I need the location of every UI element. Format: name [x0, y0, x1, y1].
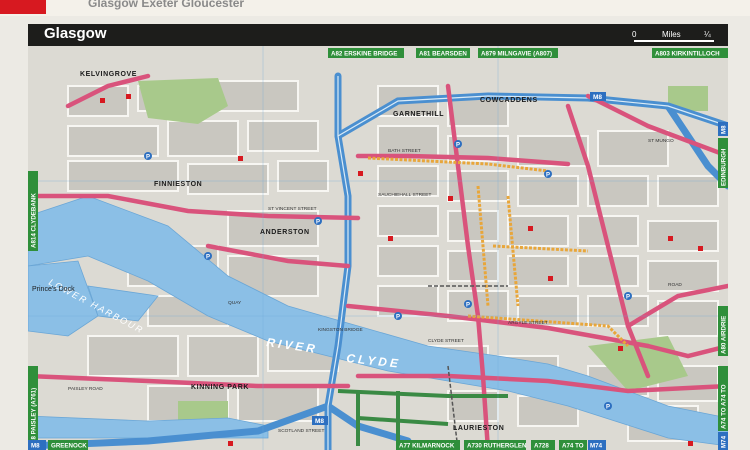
street-label: PAISLEY ROAD [68, 386, 103, 392]
section-tab [0, 0, 46, 14]
street-label: BATH STREET [388, 148, 421, 154]
svg-text:A80 AIRDRIE: A80 AIRDRIE [721, 316, 728, 354]
scale-quarter: ¼ [704, 30, 711, 39]
street-label: CLYDE STREET [428, 338, 464, 344]
scale-line [634, 40, 714, 42]
svg-text:A730 RUTHERGLEN: A730 RUTHERGLEN [467, 443, 527, 450]
street-label: ROAD [668, 282, 682, 288]
svg-text:M74: M74 [721, 435, 728, 448]
parking-icon: P [546, 173, 550, 179]
svg-text:M74: M74 [590, 443, 603, 450]
svg-text:A77 KILMARNOCK: A77 KILMARNOCK [399, 443, 455, 450]
route-sign-right-5: M74 [718, 432, 728, 450]
svg-text:M8: M8 [31, 443, 40, 450]
district-garnethill: GARNETHILL [393, 111, 444, 118]
route-sign-bottom-greenock: GREENOCK [48, 440, 88, 450]
street-label: SAUCHIEHALL STREET [378, 192, 431, 198]
route-sign-top-4: A803 KIRKINTILLOCH [652, 48, 728, 58]
route-sign-right-1: M8 [718, 122, 728, 136]
route-sign-top-2: A81 BEARSDEN [416, 48, 470, 58]
svg-text:EDINBURGH: EDINBURGH [721, 148, 728, 186]
dock-label: Prince's Dock [32, 286, 75, 293]
svg-text:A74 TO A74 TO: A74 TO A74 TO [721, 384, 728, 429]
m8-shield-label: M8 [593, 94, 602, 101]
route-sign-right-4: A74 TO A74 TO [718, 366, 728, 431]
district-anderston: ANDERSTON [260, 229, 310, 236]
svg-text:A82 ERSKINE BRIDGE: A82 ERSKINE BRIDGE [331, 51, 397, 58]
svg-text:A74 TO: A74 TO [562, 443, 584, 450]
route-sign-right-3: A80 AIRDRIE [718, 306, 728, 356]
parking-icon: P [206, 255, 210, 261]
scale-zero: 0 [632, 30, 637, 39]
street-label: ARGYLE STREET [508, 320, 548, 326]
book-title: Glasgow Exeter Gloucester [88, 0, 245, 10]
route-sign-bottom-a74: A74 TO [559, 440, 587, 450]
svg-text:A728: A728 [534, 443, 549, 450]
scale-unit: Miles [662, 30, 681, 39]
city-map[interactable]: P P P P P P P P P RIVER CLYDE LOWER HARB… [28, 46, 728, 450]
map-header: Glasgow 0 Miles ¼ [28, 24, 728, 46]
parking-icon: P [456, 143, 460, 149]
district-finnieston: FINNIESTON [154, 181, 202, 188]
parking-icon: P [606, 405, 610, 411]
district-kinning-park: KINNING PARK [191, 384, 249, 391]
street-label: ST VINCENT STREET [268, 206, 317, 212]
svg-text:A81 BEARSDEN: A81 BEARSDEN [419, 51, 467, 58]
street-label: SCOTLAND STREET [278, 428, 324, 434]
route-sign-left-2: A8 PAISLEY (A761) [28, 366, 38, 446]
district-laurieston: LAURIESTON [453, 425, 504, 432]
svg-text:M8: M8 [721, 125, 728, 134]
svg-text:A803 KIRKINTILLOCH: A803 KIRKINTILLOCH [655, 51, 720, 58]
route-sign-bottom-a728: A728 [531, 440, 555, 450]
route-sign-bottom-a730: A730 RUTHERGLEN [464, 440, 527, 450]
route-sign-right-2: EDINBURGH [718, 138, 728, 188]
district-kelvingrove: KELVINGROVE [80, 71, 137, 78]
street-label: ST MUNGO [648, 138, 674, 144]
parking-icon: P [316, 220, 320, 226]
scale-bar: 0 Miles ¼ [632, 27, 718, 43]
street-label: QUAY [228, 300, 242, 306]
svg-text:A879 MILNGAVIE (A807): A879 MILNGAVIE (A807) [481, 51, 552, 58]
svg-text:GREENOCK: GREENOCK [51, 443, 87, 450]
svg-text:A814 CLYDEBANK: A814 CLYDEBANK [31, 193, 38, 248]
map-title: Glasgow [44, 25, 107, 42]
street-label: KINGSTON BRIDGE [318, 327, 363, 333]
route-sign-bottom-a77: A77 KILMARNOCK [396, 440, 460, 450]
parking-icon: P [146, 155, 150, 161]
parking-icon: P [466, 303, 470, 309]
district-cowcaddens: COWCADDENS [480, 97, 538, 104]
m8-shield-label: M8 [315, 418, 324, 425]
parking-icon: P [626, 295, 630, 301]
route-sign-bottom-m8: M8 [28, 440, 46, 450]
svg-text:A8 PAISLEY (A761): A8 PAISLEY (A761) [31, 388, 38, 444]
map-frame: Glasgow 0 Miles ¼ P P P P P P P P P RIVE… [28, 24, 728, 450]
route-sign-top-3: A879 MILNGAVIE (A807) [478, 48, 558, 58]
route-sign-bottom-m74: M74 [588, 440, 606, 450]
route-sign-top-1: A82 ERSKINE BRIDGE [328, 48, 404, 58]
route-sign-left-1: A814 CLYDEBANK [28, 171, 38, 251]
motorway-shield: M8 [590, 92, 606, 101]
motorway-shield: M8 [312, 416, 328, 425]
parking-icon: P [396, 315, 400, 321]
